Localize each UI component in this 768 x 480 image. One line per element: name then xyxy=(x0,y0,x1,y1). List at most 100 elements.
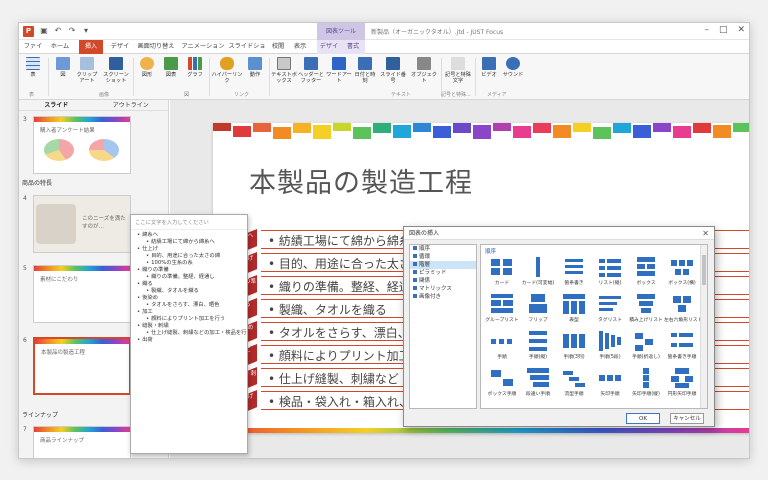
diagram-layout-item[interactable]: 積み上げリスト xyxy=(628,294,664,323)
text-pane-item[interactable]: 加工 xyxy=(131,309,247,316)
customize-qat-icon[interactable]: ▾ xyxy=(81,26,91,36)
text-pane-item[interactable]: タオルをさらす、漂白、晒色 xyxy=(131,302,247,309)
diagram-layout-item[interactable]: カード xyxy=(484,257,520,286)
chart-button[interactable]: グラフ xyxy=(183,57,207,78)
category-item[interactable]: 順序 xyxy=(410,245,476,253)
diagram-layout-item[interactable]: 箇条書き手順 xyxy=(664,331,700,360)
text-pane-item[interactable]: 100%の生糸の糸 xyxy=(131,260,247,267)
diagram-layout-item[interactable]: ボックス手順 xyxy=(484,368,520,397)
section-header[interactable]: 商品の特長 xyxy=(22,178,52,187)
tab-animations[interactable]: アニメーション xyxy=(181,40,225,54)
text-pane-item[interactable]: 顔料によりプリント加工を行う xyxy=(131,316,247,323)
screenshot-button[interactable]: スクリーンショット xyxy=(101,57,131,84)
tab-diagram-format[interactable]: 書式 xyxy=(341,40,365,54)
diagram-layout-item[interactable]: 手順(縦) xyxy=(520,331,556,360)
text-pane-item[interactable]: 出荷 xyxy=(131,337,247,344)
action-button[interactable]: 動作 xyxy=(243,57,267,78)
datetime-button[interactable]: 日付と時刻 xyxy=(353,57,377,84)
cancel-button[interactable]: キャンセル xyxy=(670,413,704,424)
diagram-glyph-block xyxy=(647,264,655,269)
tab-review[interactable]: 校閲 xyxy=(269,40,287,54)
slide-thumbnail[interactable]: 商品ラインナップ xyxy=(33,426,131,458)
tab-diagram-design[interactable]: デザイン xyxy=(317,40,341,64)
diagram-layout-item[interactable]: 流型手順 xyxy=(556,368,592,397)
diagram-text-pane[interactable]: ここに文字を入力してください 綿糸へ紡績工場にて綿から綿糸へ仕上げ目的、用途に合… xyxy=(130,214,248,454)
diagram-layout-item[interactable]: 手順 xyxy=(484,331,520,360)
diagram-layout-item[interactable]: 矢印手順(縦) xyxy=(628,368,664,397)
category-item[interactable]: 階層 xyxy=(410,261,476,269)
diagram-layout-item[interactable]: ボックス(横) xyxy=(664,257,700,286)
category-item[interactable]: マトリックス xyxy=(410,285,476,293)
section-header[interactable]: ラインナップ xyxy=(22,410,58,419)
diagram-layout-item[interactable]: リスト(縦) xyxy=(592,257,628,286)
sound-button[interactable]: サウンド xyxy=(501,57,525,78)
slide-thumbnail[interactable]: このニーズを満たすのが… xyxy=(33,195,131,253)
slide-thumbnail[interactable]: 購入者アンケート結果 xyxy=(33,116,131,174)
diagram-layout-item[interactable]: 矢印手順 xyxy=(592,368,628,397)
undo-icon[interactable]: ↶ xyxy=(53,26,63,36)
tab-slides[interactable]: スライド xyxy=(19,100,94,110)
tab-file[interactable]: ファイル xyxy=(21,40,45,64)
wordart-button[interactable]: ワードアート xyxy=(325,57,353,84)
diagram-layout-item[interactable]: カード(可変幅) xyxy=(520,257,556,286)
text-pane-item[interactable]: 綿糸へ xyxy=(131,232,247,239)
diagram-layout-item[interactable]: タグリスト xyxy=(592,294,628,323)
slide-title[interactable]: 本製品の製造工程 xyxy=(249,161,473,200)
text-pane-item[interactable]: 織りの準備 xyxy=(131,267,247,274)
picture-button[interactable]: 図 xyxy=(51,57,75,78)
video-button[interactable]: ビデオ xyxy=(477,57,501,78)
category-item[interactable]: 関係 xyxy=(410,277,476,285)
text-pane-item[interactable]: 仕上げ xyxy=(131,246,247,253)
tab-design[interactable]: デザイン xyxy=(108,40,132,64)
text-pane-item[interactable]: 仕上げ縫製、刺繍などの加工・検品を行う xyxy=(131,330,247,337)
scrollbar-thumb[interactable] xyxy=(702,255,706,285)
diagram-layout-item[interactable]: 段違い手順 xyxy=(520,368,556,397)
header-footer-button[interactable]: ヘッダーとフッター xyxy=(297,57,325,84)
slide-thumbnail-selected[interactable]: 本製品の製造工程 xyxy=(33,337,131,395)
redo-icon[interactable]: ↷ xyxy=(67,26,77,36)
tab-view[interactable]: 表示 xyxy=(291,40,309,54)
text-pane-item[interactable]: 織る xyxy=(131,281,247,288)
gallery-scrollbar[interactable] xyxy=(700,245,707,408)
close-icon[interactable]: ✕ xyxy=(737,25,745,35)
diagram-layout-item[interactable]: 手順(折返し) xyxy=(628,331,664,360)
minimize-icon[interactable]: – xyxy=(704,25,709,35)
diagram-layout-item[interactable]: フリップ xyxy=(520,294,556,323)
tab-transitions[interactable]: 画面切り替え xyxy=(135,40,177,54)
text-pane-item[interactable]: 織りの準備。整経、経通し xyxy=(131,274,247,281)
category-item[interactable]: 循環 xyxy=(410,253,476,261)
text-pane-item[interactable]: 後染め xyxy=(131,295,247,302)
tab-home[interactable]: ホーム xyxy=(49,40,71,54)
shapes-button[interactable]: 図形 xyxy=(135,57,159,78)
diagram-layout-item[interactable]: 円形矢印手順 xyxy=(664,368,700,397)
table-button[interactable]: 表 xyxy=(21,57,45,78)
hyperlink-button[interactable]: ハイパーリンク xyxy=(211,57,243,84)
textbox-button[interactable]: テキストボックス xyxy=(271,57,297,84)
text-pane-item[interactable]: 目的、用途に合った太さの綿 xyxy=(131,253,247,260)
diagram-layout-item[interactable]: 手順(3列) xyxy=(556,331,592,360)
ok-button[interactable]: OK xyxy=(626,413,660,424)
diagram-layout-item[interactable]: 左右六角形リスト xyxy=(664,294,702,323)
diagram-layout-item[interactable]: ボックス xyxy=(628,257,664,286)
diagram-layout-item[interactable]: グループリスト xyxy=(484,294,520,323)
save-icon[interactable]: ▣ xyxy=(39,26,49,36)
close-icon[interactable]: ✕ xyxy=(702,229,709,238)
diagram-layout-item[interactable]: 手順(5段) xyxy=(592,331,628,360)
clipart-button[interactable]: クリップアート xyxy=(75,57,99,84)
tab-insert[interactable]: 挿入 xyxy=(79,40,103,54)
diagram-layout-item[interactable]: 箇条書き xyxy=(556,257,592,286)
maximize-icon[interactable]: □ xyxy=(719,25,728,35)
slide-thumbnail[interactable]: 素材にこだわり xyxy=(33,265,131,323)
diagram-layout-item[interactable]: 表型 xyxy=(556,294,592,323)
diagram-button[interactable]: 図表 xyxy=(159,57,183,78)
object-button[interactable]: オブジェクト xyxy=(409,57,439,84)
text-pane-item[interactable]: 製織、タオルを織る xyxy=(131,288,247,295)
tab-slideshow[interactable]: スライドショー xyxy=(227,40,267,64)
slide-number-button[interactable]: スライド番号 xyxy=(379,57,407,84)
text-pane-item[interactable]: 紡績工場にて綿から綿糸へ xyxy=(131,239,247,246)
text-pane-item[interactable]: 縫製・刺繍 xyxy=(131,323,247,330)
category-item[interactable]: ピラミッド xyxy=(410,269,476,277)
category-item[interactable]: 画像付き xyxy=(410,293,476,301)
symbol-button[interactable]: 記号と特殊文字 xyxy=(443,57,473,84)
tab-outline[interactable]: アウトライン xyxy=(94,100,169,110)
